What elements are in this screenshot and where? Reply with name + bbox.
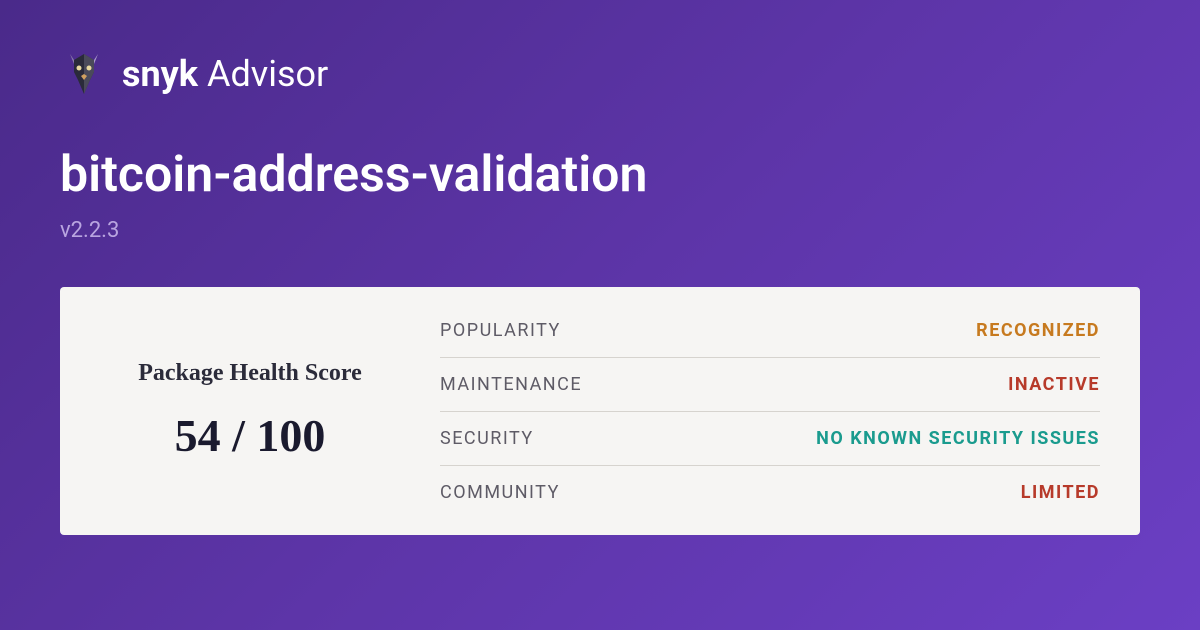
metric-value: INACTIVE [1008, 374, 1100, 395]
score-label: Package Health Score [138, 360, 362, 387]
metric-maintenance: MAINTENANCE INACTIVE [440, 358, 1100, 412]
metric-community: COMMUNITY LIMITED [440, 466, 1100, 519]
metric-label: SECURITY [440, 428, 534, 449]
metric-label: MAINTENANCE [440, 374, 582, 395]
snyk-dog-icon [60, 50, 108, 98]
score-value: 54 / 100 [175, 409, 326, 462]
package-name: bitcoin-address-validation [60, 146, 1140, 204]
metric-security: SECURITY NO KNOWN SECURITY ISSUES [440, 412, 1100, 466]
brand-name: snyk Advisor [122, 53, 328, 95]
metric-value: NO KNOWN SECURITY ISSUES [816, 428, 1100, 449]
metric-label: COMMUNITY [440, 482, 560, 503]
metric-value: LIMITED [1021, 482, 1100, 503]
metrics-list: POPULARITY RECOGNIZED MAINTENANCE INACTI… [440, 287, 1140, 535]
metric-label: POPULARITY [440, 320, 561, 341]
health-card: Package Health Score 54 / 100 POPULARITY… [60, 287, 1140, 535]
metric-value: RECOGNIZED [976, 320, 1100, 341]
brand-bold: snyk [122, 53, 198, 95]
brand-header: snyk Advisor [60, 50, 1140, 98]
package-version: v2.2.3 [60, 218, 1140, 243]
score-panel: Package Health Score 54 / 100 [60, 287, 440, 535]
brand-light: Advisor [207, 53, 328, 95]
metric-popularity: POPULARITY RECOGNIZED [440, 304, 1100, 358]
